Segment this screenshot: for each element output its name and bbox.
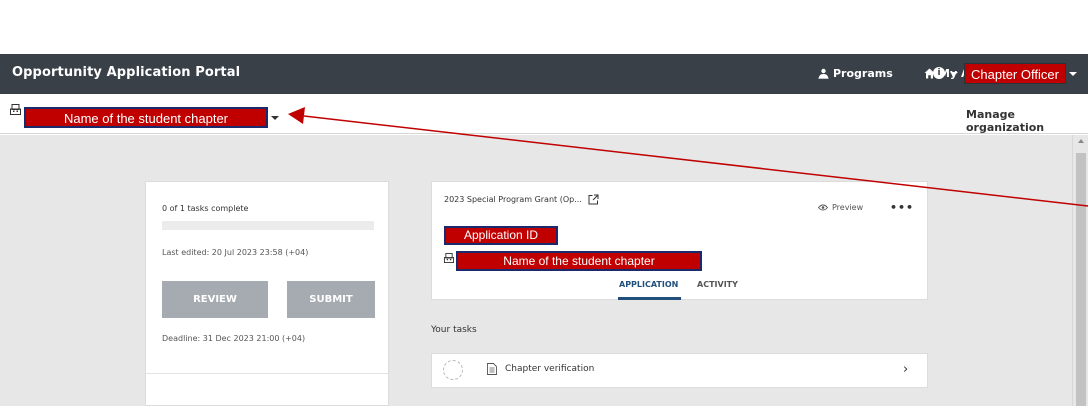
organization-icon [444, 253, 454, 263]
chevron-right-icon[interactable]: › [903, 362, 908, 377]
deadline-text: Deadline: 31 Dec 2023 21:00 (+04) [162, 334, 306, 343]
tasks-complete-text: 0 of 1 tasks complete [162, 204, 249, 213]
document-icon [487, 363, 497, 375]
tab-activity[interactable]: ACTIVITY [697, 280, 738, 289]
summary-card-divider [146, 373, 388, 374]
nav-programs-label: Programs [833, 67, 893, 80]
application-id: Application ID [444, 226, 558, 245]
task-label: Chapter verification [505, 364, 595, 374]
preview-button[interactable]: Preview [818, 203, 863, 212]
vertical-scrollbar[interactable] [1072, 135, 1088, 406]
application-title-text: 2023 Special Program Grant (Op... [444, 195, 582, 204]
more-options-button[interactable]: ••• [890, 201, 914, 214]
application-organization-name: Name of the student chapter [456, 251, 702, 271]
page: Opportunity Application Portal Programs … [0, 0, 1088, 406]
tasks-progress-bar [162, 221, 374, 230]
open-external-icon[interactable] [588, 194, 599, 205]
scroll-up-icon[interactable] [1078, 139, 1084, 143]
user-menu-caret-icon[interactable] [1069, 72, 1077, 76]
organization-icon [10, 104, 21, 115]
task-status-icon [443, 360, 463, 380]
eye-icon [818, 204, 828, 211]
organization-caret-icon[interactable] [271, 116, 279, 120]
programs-icon [818, 68, 829, 79]
preview-label: Preview [832, 203, 864, 212]
info-icon[interactable]: i [933, 67, 945, 79]
scrollbar-thumb[interactable] [1076, 153, 1086, 406]
application-title[interactable]: 2023 Special Program Grant (Op... [444, 194, 599, 205]
tab-application[interactable]: APPLICATION [619, 280, 678, 289]
submit-button[interactable]: SUBMIT [287, 281, 375, 318]
last-edited-text: Last edited: 20 Jul 2023 23:58 (+04) [162, 248, 309, 257]
portal-title: Opportunity Application Portal [12, 65, 241, 80]
your-tasks-heading: Your tasks [431, 325, 477, 335]
info-dropdown-caret-icon[interactable] [950, 72, 958, 76]
manage-organization-link[interactable]: Manage organization [966, 108, 1088, 134]
user-role-menu[interactable]: Chapter Officer [964, 63, 1066, 84]
review-button[interactable]: REVIEW [162, 281, 268, 318]
nav-programs[interactable]: Programs [818, 67, 893, 80]
active-tab-indicator [618, 297, 681, 300]
top-navbar: Opportunity Application Portal Programs … [0, 54, 1088, 94]
organization-selector[interactable]: Name of the student chapter [24, 107, 268, 128]
